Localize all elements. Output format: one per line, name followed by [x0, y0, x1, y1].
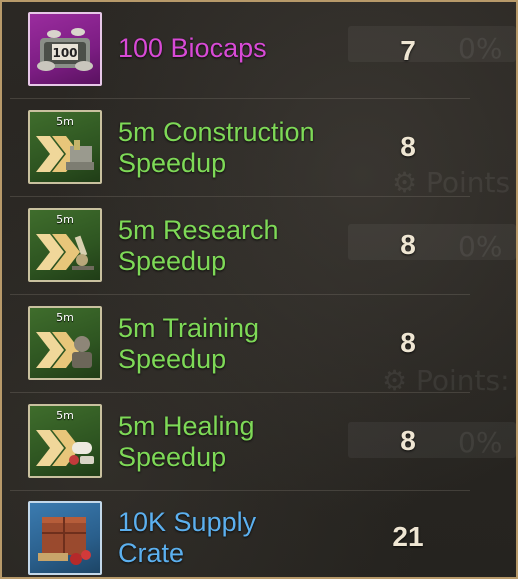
- reward-name-line2: Speedup: [118, 246, 227, 276]
- reward-list-panel: 0% 0% 0% ⚙ Points ⚙ Points: 100 100 Bioc…: [0, 0, 518, 579]
- reward-quantity: 21: [392, 521, 424, 552]
- biocaps-icon-tag: 100: [52, 46, 77, 60]
- reward-quantity: 8: [400, 327, 416, 358]
- reward-quantity: 8: [400, 229, 416, 260]
- reward-row-construction-speedup: 5m 5m Construction Speedup 8: [2, 99, 516, 196]
- reward-name: 5m Training Speedup: [118, 313, 259, 375]
- reward-quantity: 7: [400, 35, 416, 66]
- reward-quantity: 8: [400, 425, 416, 456]
- reward-name-line1: 5m Healing: [118, 411, 255, 441]
- healing-speedup-icon: 5m: [28, 404, 102, 478]
- reward-name: 5m Research Speedup: [118, 215, 279, 277]
- reward-name: 5m Construction Speedup: [118, 117, 315, 179]
- reward-name-line1: 5m Training: [118, 313, 260, 343]
- reward-row-supply-crate: 10K Supply Crate 21: [2, 491, 516, 577]
- reward-name: 5m Healing Speedup: [118, 411, 255, 473]
- reward-name-line2: Speedup: [118, 442, 227, 472]
- construction-speedup-icon: 5m: [28, 110, 102, 184]
- reward-quantity: 8: [400, 131, 416, 162]
- reward-name-line2: Speedup: [118, 344, 227, 374]
- reward-name-line2: Crate: [118, 538, 185, 568]
- reward-row-research-speedup: 5m 5m Research Speedup 8: [2, 197, 516, 294]
- supply-crate-icon: [28, 501, 102, 575]
- biocaps-icon: 100: [28, 12, 102, 86]
- reward-name-line1: 100 Biocaps: [118, 33, 267, 63]
- reward-name-line2: Speedup: [118, 148, 227, 178]
- reward-name-line1: 5m Research: [118, 215, 279, 245]
- reward-name-line1: 5m Construction: [118, 117, 315, 147]
- training-speedup-icon: 5m: [28, 306, 102, 380]
- reward-name: 100 Biocaps: [118, 33, 267, 64]
- reward-row-training-speedup: 5m 5m Training Speedup 8: [2, 295, 516, 392]
- reward-name: 10K Supply Crate: [118, 507, 256, 569]
- reward-row-healing-speedup: 5m 5m Healing Speedup 8: [2, 393, 516, 490]
- research-speedup-icon: 5m: [28, 208, 102, 282]
- reward-name-line1: 10K Supply: [118, 507, 257, 537]
- reward-row-biocaps: 100 100 Biocaps 7: [2, 2, 516, 99]
